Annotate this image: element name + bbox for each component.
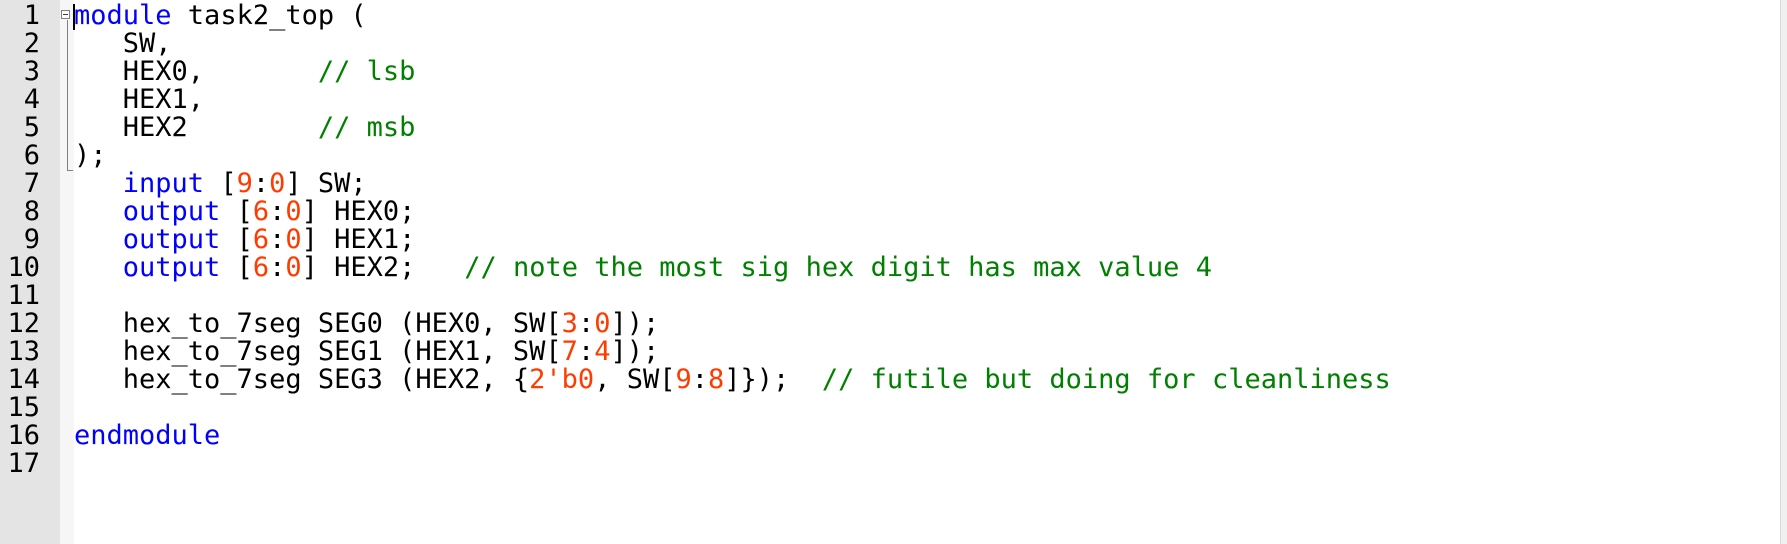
text-token: ); xyxy=(74,140,107,171)
code-editor[interactable]: 1 module task2_top (2 SW, 3 HEX0, // lsb 4 … xyxy=(0,0,1787,544)
number-token: 0 xyxy=(285,196,302,227)
vertical-scrollbar[interactable] xyxy=(1780,0,1787,544)
number-token: 8 xyxy=(708,364,725,395)
fold-collapse-icon[interactable] xyxy=(61,10,70,19)
text-caret xyxy=(73,4,75,30)
text-token: : xyxy=(691,364,708,395)
number-token: 0 xyxy=(285,252,302,283)
text-token: : xyxy=(577,336,595,367)
text-token: hex_to_7seg SEG3 (HEX2, { xyxy=(74,364,530,395)
number-token: 9 xyxy=(675,364,692,395)
number-token: 7 xyxy=(561,336,578,367)
number-token: 6 xyxy=(252,252,270,283)
text-token: ] HEX1; xyxy=(301,224,416,255)
keyword-token: output xyxy=(122,196,221,227)
text-token: hex_to_7seg SEG1 (HEX1, SW[ xyxy=(74,336,562,367)
code-line[interactable]: 17 xyxy=(0,448,1781,480)
line-number: 17 xyxy=(7,448,40,479)
text-token: HEX0, xyxy=(74,56,318,87)
text-token: hex_to_7seg SEG0 (HEX0, SW[ xyxy=(74,308,562,339)
text-token: HEX1, xyxy=(74,84,205,115)
keyword-token: endmodule xyxy=(74,420,221,451)
number-token: 4 xyxy=(594,336,611,367)
text-token: ]}); xyxy=(724,364,822,395)
number-token: 6 xyxy=(252,224,270,255)
number-token: 3 xyxy=(561,308,578,339)
comment-token: // note the most sig hex digit has max v… xyxy=(464,252,1212,283)
text-token: [ xyxy=(220,224,253,255)
text-token: : xyxy=(269,224,286,255)
text-token: [ xyxy=(220,252,253,283)
text-token: task2_top ( xyxy=(171,0,367,31)
number-token: 0 xyxy=(285,224,302,255)
number-token: 0 xyxy=(269,168,286,199)
text-token: ] SW; xyxy=(285,168,367,199)
text-token: ] HEX2; xyxy=(301,252,465,283)
comment-token: // msb xyxy=(317,112,416,143)
number-token: 6 xyxy=(252,196,270,227)
number-token: 9 xyxy=(236,168,253,199)
keyword-token: module xyxy=(74,0,172,31)
keyword-token: input xyxy=(122,168,205,199)
text-token: [ xyxy=(204,168,237,199)
comment-token: // lsb xyxy=(317,56,416,87)
text-token: ]); xyxy=(610,308,660,339)
text-token: : xyxy=(269,196,286,227)
text-token: [ xyxy=(220,196,253,227)
comment-token: // futile but doing for cleanliness xyxy=(821,364,1391,395)
text-token: : xyxy=(577,308,595,339)
number-token: 0 xyxy=(594,308,611,339)
text-token: ]); xyxy=(610,336,660,367)
text-token: : xyxy=(252,168,270,199)
text-token: HEX2 xyxy=(74,112,318,143)
text-token: , SW[ xyxy=(594,364,676,395)
text-token: ] HEX0; xyxy=(301,196,416,227)
text-token: : xyxy=(269,252,286,283)
keyword-token: output xyxy=(122,252,221,283)
keyword-token: output xyxy=(122,224,221,255)
text-token: SW, xyxy=(74,28,172,59)
number-token: 2'b0 xyxy=(529,364,595,395)
